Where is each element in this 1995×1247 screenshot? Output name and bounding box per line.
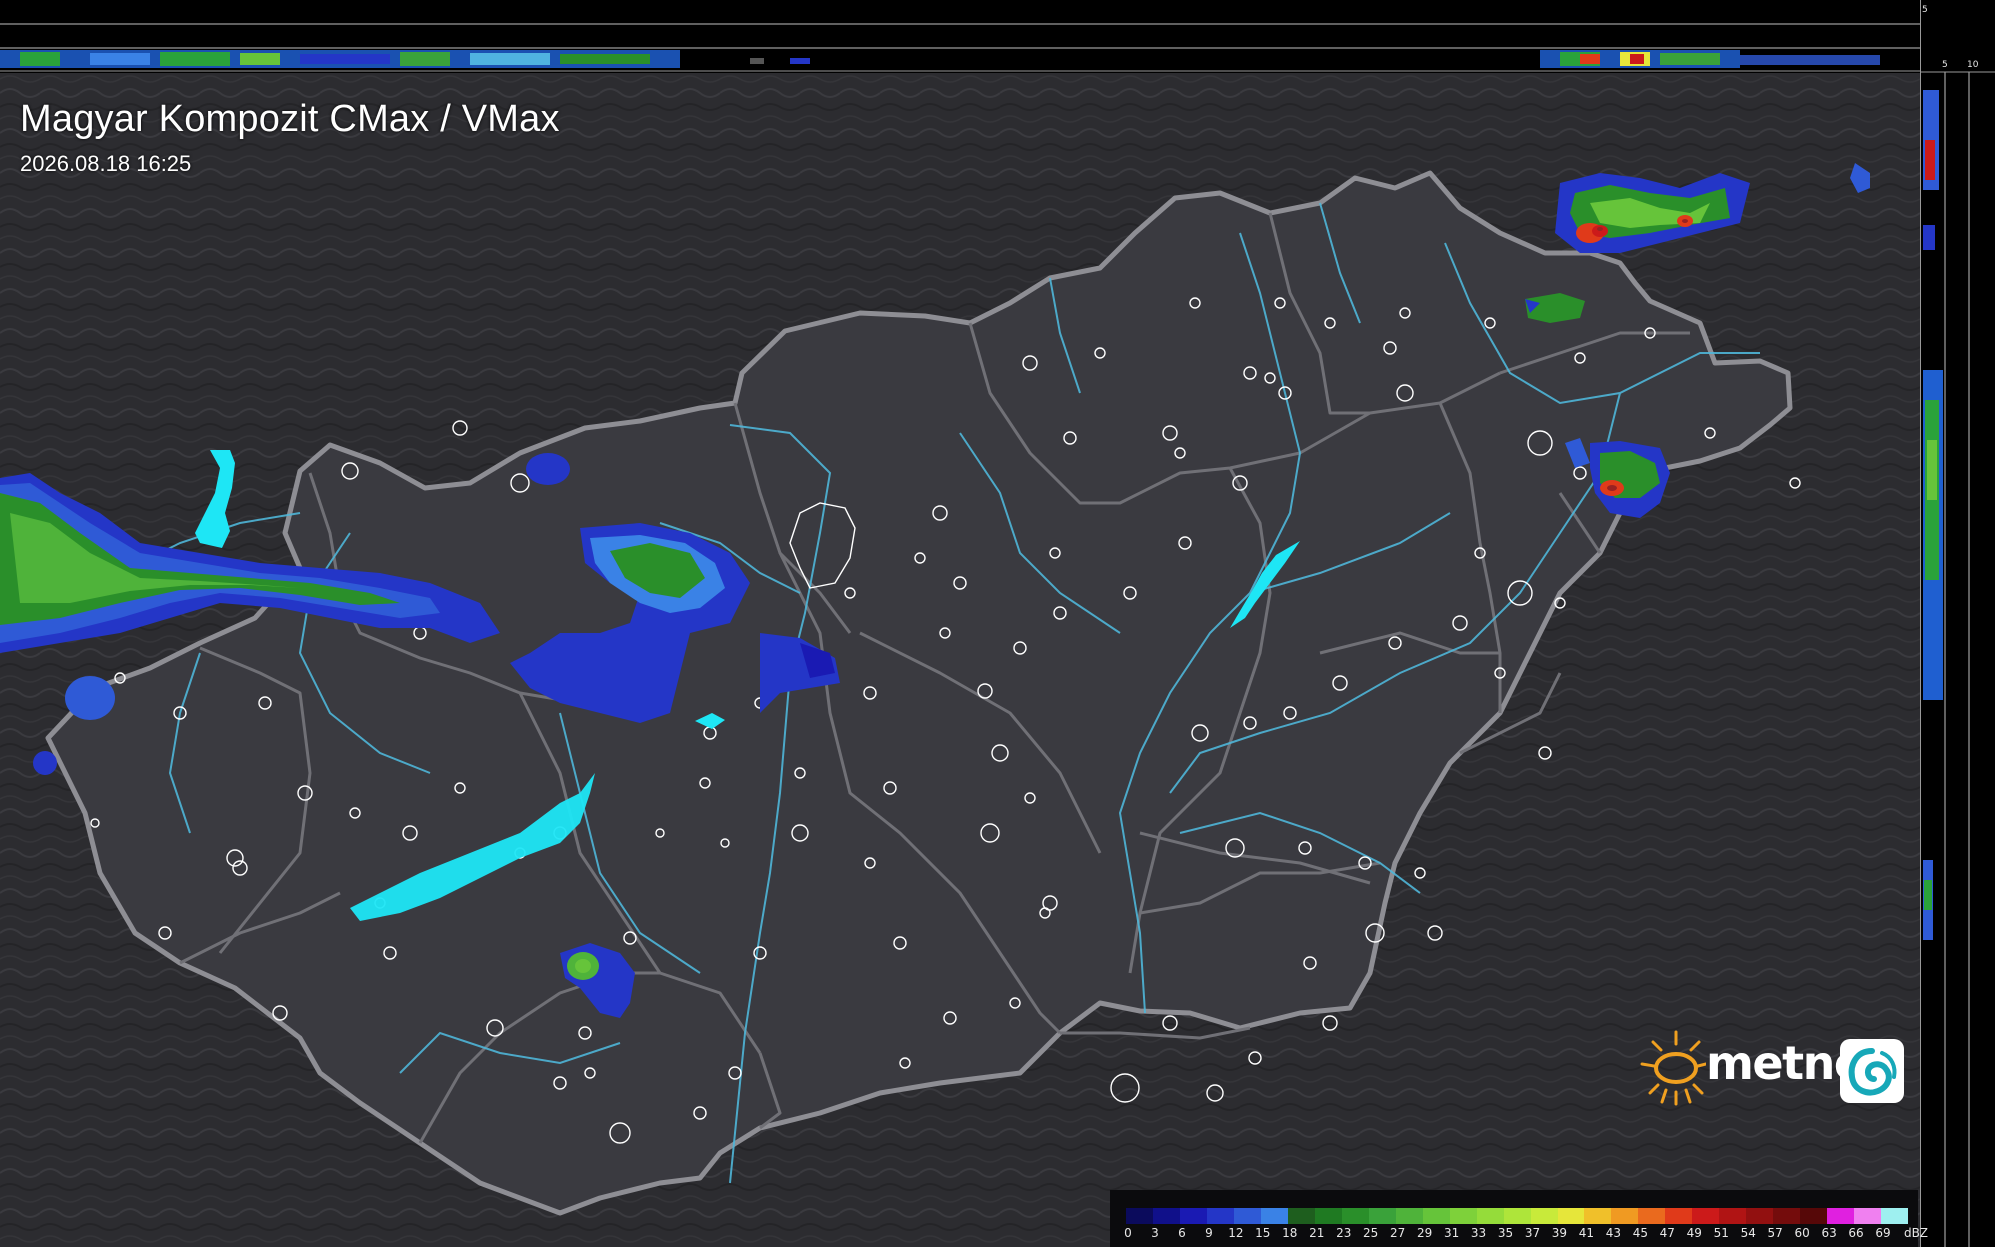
legend-swatch xyxy=(1341,1208,1369,1224)
legend-value-label: 47 xyxy=(1659,1226,1675,1240)
legend-value-label: 39 xyxy=(1551,1226,1568,1240)
radar-map[interactable]: Magyar Kompozit CMax / VMax 2026.08.18 1… xyxy=(0,73,1920,1247)
legend-value-label: 54 xyxy=(1740,1226,1756,1240)
legend-swatch xyxy=(1800,1208,1828,1224)
legend-swatch xyxy=(1746,1208,1774,1224)
map-canvas xyxy=(0,73,1920,1247)
metnet-logo[interactable]: metnet xyxy=(1636,1030,1908,1114)
legend-value-label: 45 xyxy=(1632,1226,1648,1240)
right-scale-tick-10: 10 xyxy=(1967,60,1979,70)
legend-value-label: 12 xyxy=(1228,1226,1244,1240)
legend-value-label: 15 xyxy=(1255,1226,1271,1240)
legend-swatch xyxy=(1827,1208,1855,1224)
legend-value-label: 51 xyxy=(1713,1226,1729,1240)
legend-swatch xyxy=(1422,1208,1450,1224)
legend-swatch xyxy=(1233,1208,1261,1224)
title-block: Magyar Kompozit CMax / VMax 2026.08.18 1… xyxy=(20,98,560,177)
right-profile-echoes xyxy=(1923,90,1943,940)
legend-value-label: 23 xyxy=(1336,1226,1352,1240)
legend-value-label: 41 xyxy=(1578,1226,1595,1240)
right-profile-strip: 5 5 10 xyxy=(1920,0,1995,1247)
legend-swatch xyxy=(1854,1208,1882,1224)
legend-value-label: 35 xyxy=(1497,1226,1514,1240)
legend-swatch xyxy=(1260,1208,1288,1224)
legend-swatch xyxy=(1126,1208,1153,1224)
legend-swatch xyxy=(1692,1208,1720,1224)
legend-value-label: 29 xyxy=(1416,1226,1433,1240)
legend-color-bar xyxy=(1126,1208,1909,1224)
legend-value-label: 18 xyxy=(1282,1226,1298,1240)
right-scale-tick-5: 5 xyxy=(1942,60,1948,70)
legend-swatch xyxy=(1611,1208,1639,1224)
legend-value-label: 21 xyxy=(1309,1226,1325,1240)
legend-value-label: 6 xyxy=(1178,1226,1186,1240)
legend-swatch xyxy=(1206,1208,1234,1224)
legend-swatch xyxy=(1395,1208,1423,1224)
legend-swatch xyxy=(1368,1208,1396,1224)
legend-value-label: 49 xyxy=(1686,1226,1702,1240)
legend-swatch xyxy=(1449,1208,1477,1224)
legend-swatch xyxy=(1584,1208,1612,1224)
legend-swatch xyxy=(1773,1208,1801,1224)
legend-swatch xyxy=(1530,1208,1558,1224)
legend-swatch xyxy=(1638,1208,1666,1224)
radar-viewer: 10 5 5 10 xyxy=(0,0,1995,1247)
legend-swatch xyxy=(1503,1208,1531,1224)
top-profile-echoes xyxy=(0,50,1880,68)
legend-value-label: 25 xyxy=(1363,1226,1379,1240)
legend-swatch xyxy=(1719,1208,1747,1224)
legend-value-label: 69 xyxy=(1875,1226,1891,1240)
legend-value-label: 33 xyxy=(1470,1226,1487,1240)
legend-swatch xyxy=(1287,1208,1315,1224)
map-timestamp: 2026.08.18 16:25 xyxy=(20,150,192,176)
legend-swatch xyxy=(1557,1208,1585,1224)
right-profile-canvas xyxy=(1921,71,1995,1247)
legend-value-label: 66 xyxy=(1848,1226,1864,1240)
legend-swatch xyxy=(1152,1208,1180,1224)
legend-value-label: 60 xyxy=(1794,1226,1810,1240)
legend-swatch xyxy=(1665,1208,1693,1224)
reflectivity-legend: 0 3 6 9 12 15 18 21 23 25 27 29 31 33 35 37 39 41 43 45 47 49… xyxy=(1110,1190,1928,1247)
legend-unit-label: dBZ xyxy=(1903,1226,1929,1240)
right-scale-tick-small: 5 xyxy=(1922,5,1928,15)
sun-icon xyxy=(1640,1030,1706,1106)
legend-swatch xyxy=(1179,1208,1207,1224)
legend-value-label: 37 xyxy=(1524,1226,1541,1240)
legend-labels: 0 3 6 9 12 15 18 21 23 25 27 29 31 33 35 37 39 41 43 45 47 49… xyxy=(1124,1226,1929,1242)
swirl-icon xyxy=(1840,1039,1904,1103)
top-profile-canvas xyxy=(0,23,1920,72)
legend-value-label: 57 xyxy=(1767,1226,1783,1240)
legend-swatch xyxy=(1314,1208,1342,1224)
legend-value-label: 63 xyxy=(1821,1226,1837,1240)
top-profile-strip: 10 xyxy=(0,0,1935,72)
legend-value-label: 43 xyxy=(1605,1226,1622,1240)
legend-value-label: 3 xyxy=(1151,1226,1159,1240)
legend-swatch xyxy=(1476,1208,1504,1224)
legend-value-label: 0 xyxy=(1124,1226,1132,1240)
legend-value-label: 9 xyxy=(1205,1226,1213,1240)
legend-swatch xyxy=(1881,1208,1909,1224)
legend-value-label: 31 xyxy=(1443,1226,1460,1240)
legend-value-label: 27 xyxy=(1390,1226,1406,1240)
map-title: Magyar Kompozit CMax / VMax xyxy=(20,98,560,140)
